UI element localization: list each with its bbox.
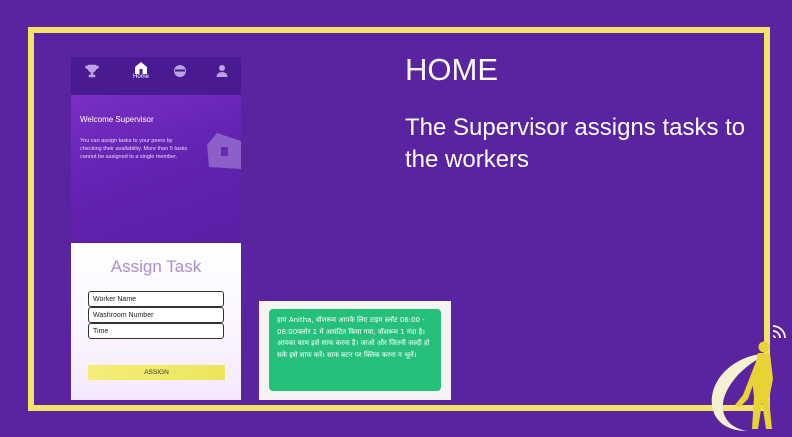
assign-button[interactable]: ASSIGN <box>88 365 225 380</box>
person-icon[interactable] <box>214 64 230 78</box>
slide-title: HOME <box>405 52 498 87</box>
home-decoration-icon <box>207 133 241 169</box>
phone-screenshot: Home Welcome Supervisor You can assign t… <box>71 57 241 400</box>
janitor-logo-icon <box>711 325 786 431</box>
welcome-text: You can assign tasks to your peers by ch… <box>80 138 188 160</box>
washroom-number-field[interactable]: Washroom Number <box>88 307 224 323</box>
welcome-title: Welcome Supervisor <box>80 115 154 124</box>
message-bubble: हाय Anitha, वॉशरूम आपके लिए टाइम स्लॉट 0… <box>269 309 441 391</box>
assign-task-title: Assign Task <box>110 257 202 276</box>
slide-description: The Supervisor assigns tasks to the work… <box>405 114 746 173</box>
time-field[interactable]: Time <box>88 323 224 339</box>
worker-name-field[interactable]: Worker Name <box>88 291 224 307</box>
message-card: हाय Anitha, वॉशरूम आपके लिए टाइम स्लॉट 0… <box>259 301 451 400</box>
welcome-hero: Welcome Supervisor You can assign tasks … <box>71 95 241 243</box>
nav-home-label: Home <box>132 74 149 80</box>
phone-nav-bar: Home <box>71 57 241 95</box>
assign-task-form: Assign Task Worker Name Washroom Number … <box>71 243 241 400</box>
home-icon[interactable] <box>133 61 149 75</box>
face-icon[interactable] <box>172 64 188 78</box>
trophy-icon[interactable] <box>84 64 100 78</box>
